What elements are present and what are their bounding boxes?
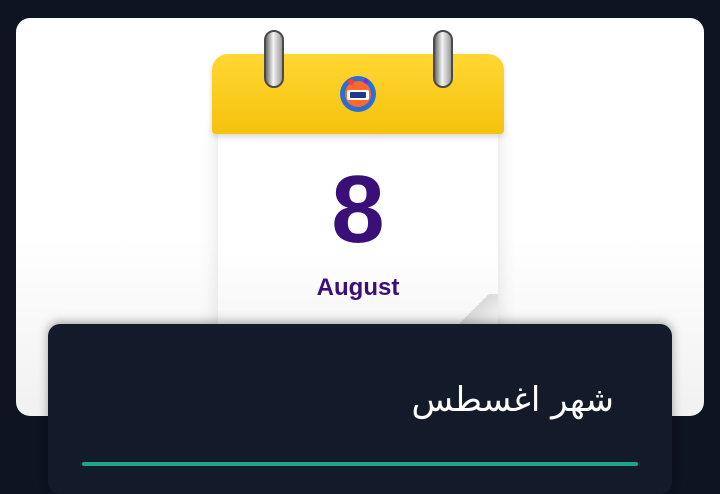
binder-ring-left <box>264 30 284 88</box>
panel-title: شهر اغسطس <box>411 380 614 420</box>
calendar-day: 8 <box>331 156 385 263</box>
binder-ring-right <box>433 30 453 88</box>
info-panel: شهر اغسطس <box>48 324 672 494</box>
accent-divider <box>82 462 638 466</box>
calendar-month: August <box>316 274 400 301</box>
calendar-header <box>212 54 504 134</box>
festival-logo-icon <box>338 72 378 116</box>
calendar-graphic: 8 August <box>212 30 504 344</box>
